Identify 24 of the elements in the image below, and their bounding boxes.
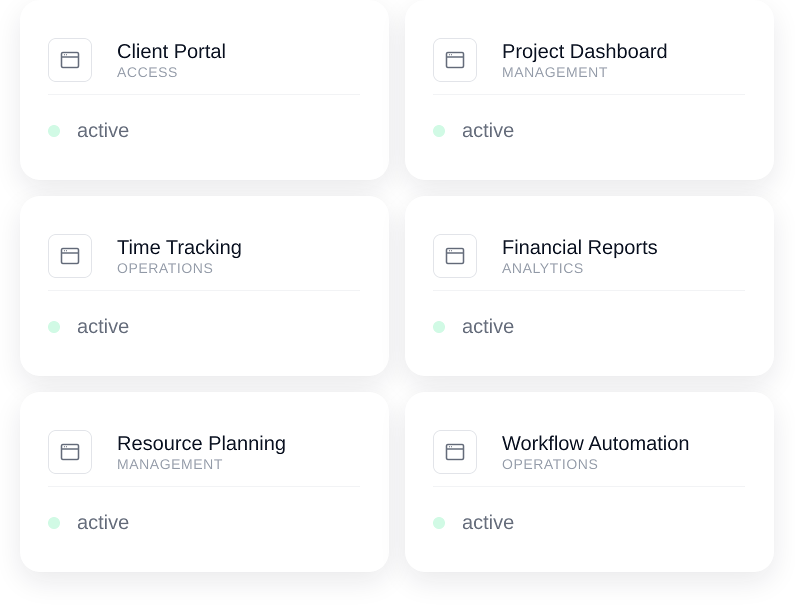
app-title: Workflow Automation	[502, 432, 690, 456]
window-icon	[433, 430, 477, 474]
status-text: active	[77, 315, 130, 340]
app-title: Client Portal	[117, 40, 226, 64]
window-icon	[48, 234, 92, 278]
app-category: MANAGEMENT	[117, 456, 224, 472]
app-title: Time Tracking	[117, 236, 242, 260]
status-text: active	[77, 511, 130, 536]
window-icon	[433, 38, 477, 82]
app-category: MANAGEMENT	[502, 64, 609, 80]
app-title: Resource Planning	[117, 432, 286, 456]
window-icon	[48, 430, 92, 474]
app-category: ACCESS	[117, 64, 179, 80]
status-text: active	[462, 119, 514, 144]
status-text: active	[77, 119, 130, 144]
window-icon	[433, 234, 477, 278]
app-title: Financial Reports	[502, 236, 658, 260]
status-text: active	[462, 315, 514, 340]
window-icon	[48, 38, 92, 82]
app-title: Project Dashboard	[502, 40, 668, 64]
app-category: ANALYTICS	[502, 260, 585, 276]
app-category: OPERATIONS	[117, 260, 214, 276]
status-text: active	[462, 511, 514, 536]
app-category: OPERATIONS	[502, 456, 600, 472]
